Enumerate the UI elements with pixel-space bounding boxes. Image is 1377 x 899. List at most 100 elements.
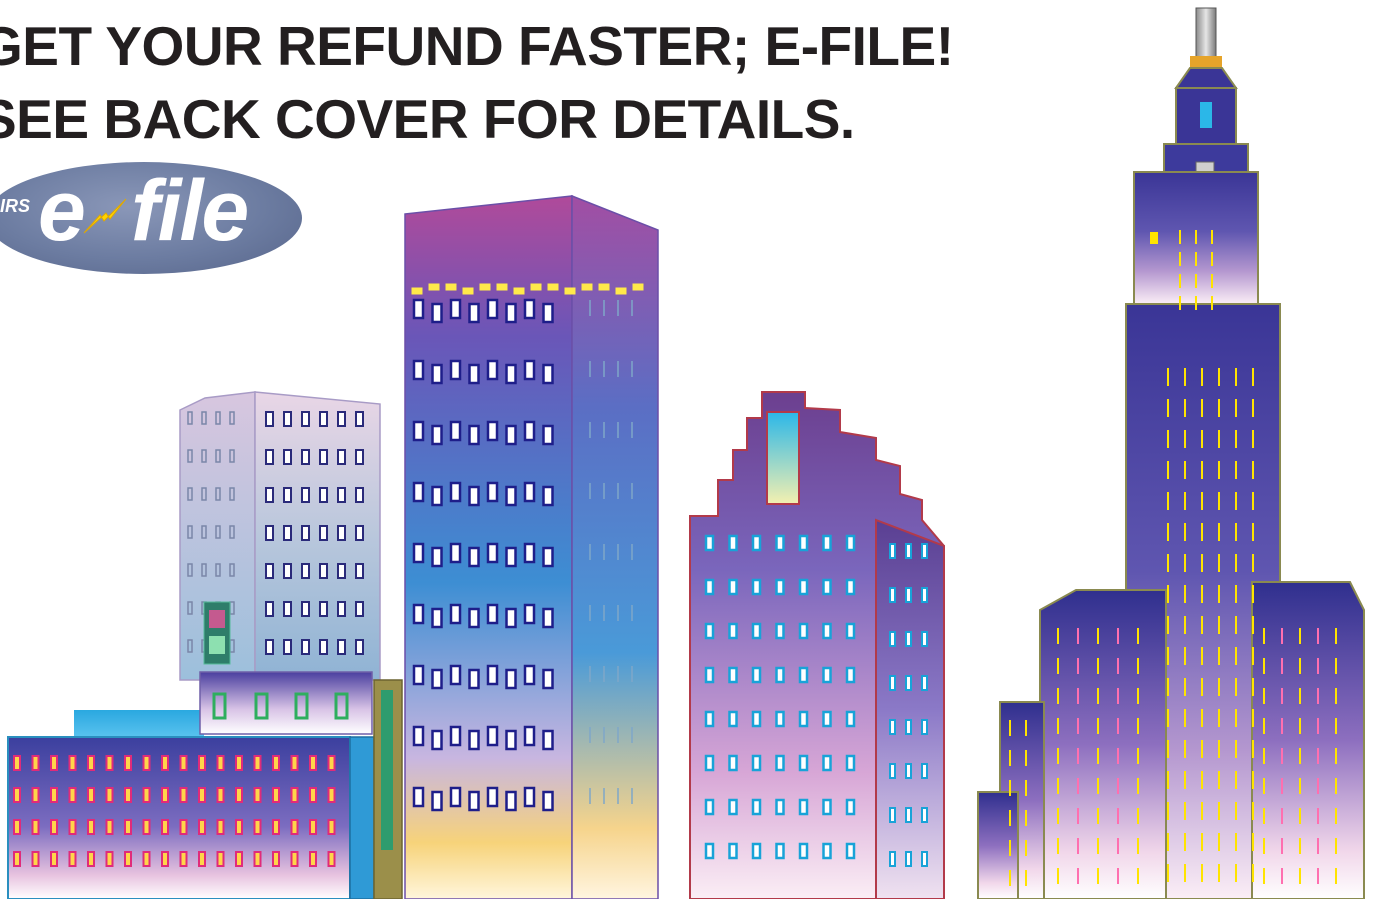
building-window [542,485,554,507]
building-stepped [689,391,945,899]
building-window [505,546,517,568]
building-window [301,487,310,503]
building-window [468,790,480,812]
building-window [319,487,328,503]
building-window [272,787,280,803]
building-window [337,639,346,655]
building-window [253,787,262,803]
building-window [31,787,40,803]
building-window [798,710,809,728]
building-window [216,787,225,803]
building-window [50,787,58,803]
building-window [542,546,554,568]
building-window [889,587,896,603]
building-window [530,283,542,291]
building-window [428,283,440,291]
building-window [355,525,364,541]
city-skyline-illustration [7,7,1365,899]
building-window [290,819,299,835]
building-window [486,359,499,381]
building-window [142,851,151,867]
building-window [431,790,443,812]
building-window [327,851,336,867]
building-window [31,819,40,835]
building-window [822,842,832,860]
building-window [283,449,292,465]
building-window [253,851,262,867]
building-window [822,710,832,728]
building-window [905,587,912,603]
building-window [235,755,243,771]
building-window [468,546,480,568]
building-window [301,601,310,617]
building-window [486,664,499,686]
building-window [337,449,346,465]
building-window [523,298,536,320]
building-window [751,710,762,728]
building-window [449,420,462,442]
building-window [505,607,517,629]
building-window [542,790,554,812]
building-window [50,755,58,771]
building-window [290,851,299,867]
building-window [50,819,58,835]
building-window [198,755,206,771]
building-window [412,298,425,320]
building-window [216,819,225,835]
building-window [412,725,425,747]
building-window [798,754,809,772]
building-window [431,546,443,568]
building-window [449,359,462,381]
building-window [775,798,785,816]
building-window [445,283,457,291]
advertisement-page: GET YOUR REFUND FASTER; E-FILE! SEE BACK… [0,0,1377,899]
building-window [505,363,517,385]
building-window [728,578,738,596]
building-window [124,755,132,771]
building-window [523,359,536,381]
building-window [775,534,785,552]
building-window [564,287,576,295]
building-window [412,664,425,686]
building-window [253,819,262,835]
building-window [798,842,809,860]
building-window [905,807,912,823]
building-window [283,411,292,427]
building-window [486,542,499,564]
building-window [87,819,95,835]
building-window [751,622,762,640]
building-window [216,851,225,867]
building-window [283,525,292,541]
building-window [265,487,274,503]
building-window [822,798,832,816]
building-window [265,563,274,579]
building-window [283,563,292,579]
building-window [468,607,480,629]
building-window [337,411,346,427]
building-window [68,819,77,835]
building-window [412,481,425,503]
building-window [728,842,738,860]
building-window [265,525,274,541]
building-window [290,787,299,803]
building-window [449,603,462,625]
building-window [198,787,206,803]
building-window [505,668,517,690]
building-window [355,449,364,465]
building-window [198,819,206,835]
building-window [431,424,443,446]
building-window [449,725,462,747]
building-window [523,481,536,503]
building-window [327,787,336,803]
building-window [431,302,443,324]
building-window [845,710,856,728]
building-window [523,603,536,625]
building-window [13,851,21,867]
building-window [253,755,262,771]
building-window [283,487,292,503]
building-window [412,603,425,625]
building-window [905,763,912,779]
building-window [775,842,785,860]
building-window [412,542,425,564]
building-window [775,754,785,772]
